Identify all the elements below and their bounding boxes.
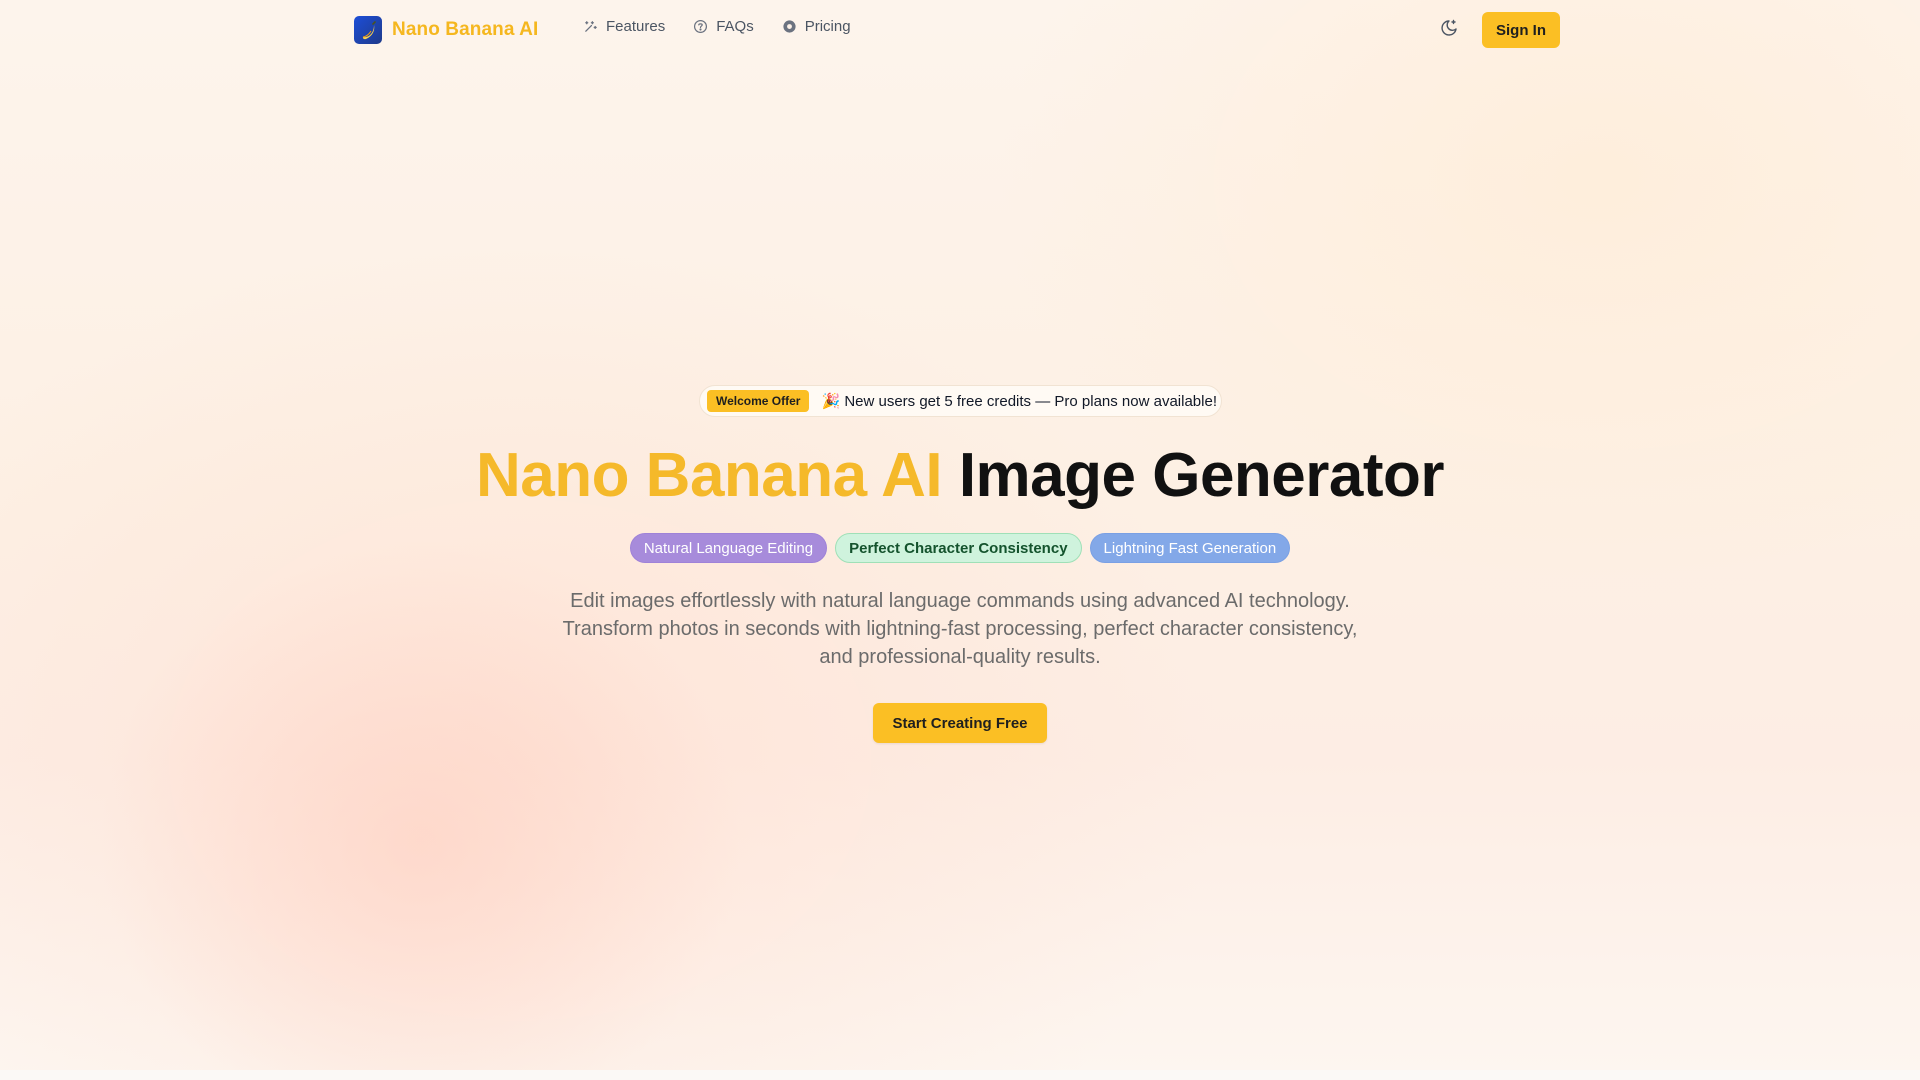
nav-label-features: Features xyxy=(606,18,666,35)
moon-sparkle-icon xyxy=(1439,18,1459,43)
nav-label-faqs: FAQs xyxy=(716,18,754,35)
page-title: Nano Banana AI Image Generator xyxy=(0,438,1920,514)
start-creating-button[interactable]: Start Creating Free xyxy=(873,703,1047,743)
main-nav: Features FAQs Pricing xyxy=(583,18,851,35)
tag-perfect-character-consistency: Perfect Character Consistency xyxy=(835,533,1082,563)
nav-item-pricing[interactable]: Pricing xyxy=(782,18,851,35)
coin-icon xyxy=(782,19,797,34)
welcome-offer-text: 🎉 New users get 5 free credits — Pro pla… xyxy=(821,393,1217,410)
tag-natural-language-editing: Natural Language Editing xyxy=(629,533,828,563)
theme-toggle-button[interactable] xyxy=(1437,18,1461,42)
page-title-accent: Nano Banana AI xyxy=(475,441,943,510)
feature-tags: Natural Language Editing Perfect Charact… xyxy=(0,533,1920,563)
sign-in-button[interactable]: Sign In xyxy=(1482,12,1560,48)
brand-name: Nano Banana AI xyxy=(392,19,539,40)
welcome-offer-banner[interactable]: Welcome Offer 🎉 New users get 5 free cre… xyxy=(699,385,1222,417)
tag-lightning-fast-generation: Lightning Fast Generation xyxy=(1089,533,1291,563)
site-header: Nano Banana AI Features FAQs Pricing Sig… xyxy=(0,0,1920,60)
welcome-offer-badge: Welcome Offer xyxy=(707,390,810,412)
nav-item-faqs[interactable]: FAQs xyxy=(693,18,754,35)
sparkles-icon xyxy=(583,19,598,34)
hero-description: Edit images effortlessly with natural la… xyxy=(562,590,1358,668)
page-bottom-strip xyxy=(0,1070,1920,1080)
help-circle-icon xyxy=(693,19,708,34)
nav-item-features[interactable]: Features xyxy=(583,18,665,35)
banana-logo-icon xyxy=(354,16,382,44)
page-title-rest: Image Generator xyxy=(958,441,1445,510)
brand-home-link[interactable]: Nano Banana AI xyxy=(354,16,538,44)
nav-label-pricing: Pricing xyxy=(804,18,851,35)
